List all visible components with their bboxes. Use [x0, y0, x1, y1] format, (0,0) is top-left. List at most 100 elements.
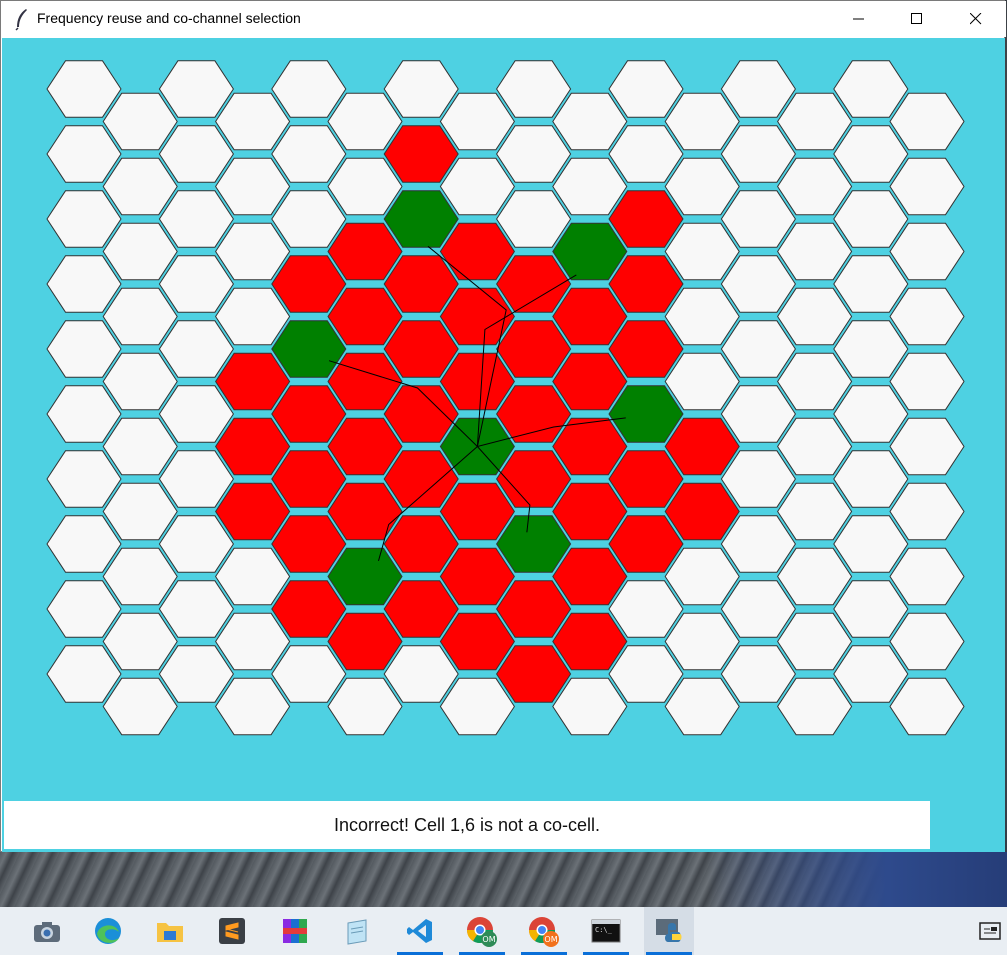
hex-cell-interference[interactable] [608, 255, 684, 313]
hex-cell-interference[interactable] [383, 255, 459, 313]
hex-cell[interactable] [720, 125, 796, 183]
hex-cell[interactable] [777, 157, 853, 216]
hex-cell-cochannel[interactable] [552, 222, 628, 281]
hex-cell-interference[interactable] [608, 190, 684, 248]
hex-cell-interference[interactable] [552, 547, 628, 606]
hex-cell[interactable] [215, 287, 291, 346]
hex-cell[interactable] [46, 190, 122, 248]
hex-cell[interactable] [889, 352, 965, 411]
hex-cell-interference[interactable] [327, 612, 403, 671]
hex-cell[interactable] [777, 482, 853, 541]
taskbar-camera[interactable] [22, 907, 72, 955]
taskbar-chrome-1[interactable]: OM [457, 907, 507, 955]
hex-cell[interactable] [46, 320, 122, 378]
hex-cell[interactable] [720, 385, 796, 443]
hex-cell[interactable] [889, 157, 965, 216]
hex-cell-interference[interactable] [271, 385, 347, 443]
hex-cell[interactable] [664, 92, 740, 151]
hex-cell[interactable] [889, 612, 965, 671]
hex-cell[interactable] [158, 125, 234, 183]
hex-cell[interactable] [889, 222, 965, 281]
hex-cell-interference[interactable] [327, 417, 403, 476]
hex-cell-interference[interactable] [552, 482, 628, 541]
hex-cell-interference[interactable] [439, 222, 515, 281]
hex-cell-interference[interactable] [327, 287, 403, 346]
hex-cell[interactable] [215, 677, 291, 736]
hex-cell-interference[interactable] [271, 255, 347, 313]
hex-cell[interactable] [664, 352, 740, 411]
hex-cell[interactable] [889, 417, 965, 476]
hex-cell-interference[interactable] [496, 580, 572, 638]
hex-cell[interactable] [158, 580, 234, 638]
hex-cell-interference[interactable] [608, 450, 684, 508]
hex-cell[interactable] [833, 580, 909, 638]
hex-cell[interactable] [102, 92, 178, 151]
hex-cell[interactable] [271, 125, 347, 183]
hex-cell-interference[interactable] [496, 255, 572, 313]
hex-cell-cochannel[interactable] [383, 190, 459, 248]
hex-cell[interactable] [833, 450, 909, 508]
hex-cell-interference[interactable] [271, 580, 347, 638]
hex-cell-interference[interactable] [552, 612, 628, 671]
hex-cell[interactable] [439, 677, 515, 736]
hex-cell-cochannel[interactable] [608, 385, 684, 443]
hex-cell[interactable] [102, 612, 178, 671]
hex-cell[interactable] [271, 645, 347, 703]
hex-cell-interference[interactable] [383, 580, 459, 638]
hex-cell[interactable] [496, 60, 572, 118]
hex-cell[interactable] [383, 60, 459, 118]
hex-cell[interactable] [552, 677, 628, 736]
hex-cell[interactable] [271, 60, 347, 118]
hex-cell[interactable] [158, 320, 234, 378]
hex-cell[interactable] [720, 580, 796, 638]
hex-cell[interactable] [158, 450, 234, 508]
hex-cell[interactable] [383, 645, 459, 703]
hex-cell[interactable] [889, 92, 965, 151]
taskbar-notifications[interactable] [972, 907, 1007, 955]
hex-cell-interference[interactable] [496, 645, 572, 703]
hex-cell[interactable] [46, 125, 122, 183]
hex-cell[interactable] [720, 255, 796, 313]
hex-cell[interactable] [777, 222, 853, 281]
hex-cell[interactable] [46, 60, 122, 118]
hex-cell[interactable] [158, 385, 234, 443]
hex-cell[interactable] [439, 92, 515, 151]
hex-cell[interactable] [833, 125, 909, 183]
hex-cell-interference[interactable] [271, 450, 347, 508]
hex-cell[interactable] [777, 92, 853, 151]
taskbar-file-explorer[interactable] [145, 907, 195, 955]
hex-cell[interactable] [46, 580, 122, 638]
taskbar-edge[interactable] [83, 907, 133, 955]
taskbar-python[interactable] [644, 907, 694, 955]
taskbar-chrome-2[interactable]: OM [519, 907, 569, 955]
hex-cell[interactable] [833, 255, 909, 313]
hex-cell-cochannel[interactable] [496, 515, 572, 573]
hex-cell[interactable] [664, 677, 740, 736]
hex-cell[interactable] [664, 157, 740, 216]
maximize-button[interactable] [888, 1, 946, 37]
hex-cell[interactable] [720, 60, 796, 118]
hex-cell[interactable] [102, 287, 178, 346]
hex-cell-interference[interactable] [439, 482, 515, 541]
taskbar-cmd[interactable]: C:\_ [581, 907, 631, 955]
hex-cell-interference[interactable] [608, 320, 684, 378]
close-button[interactable] [947, 1, 1005, 37]
hex-cell[interactable] [46, 385, 122, 443]
hex-cell[interactable] [158, 60, 234, 118]
hex-cell[interactable] [102, 547, 178, 606]
hex-cell-interference[interactable] [215, 352, 291, 411]
hex-cell[interactable] [777, 547, 853, 606]
hex-cell-interference[interactable] [439, 547, 515, 606]
hex-cell[interactable] [327, 92, 403, 151]
hex-cell[interactable] [833, 645, 909, 703]
hex-cell[interactable] [439, 157, 515, 216]
hex-cell-cochannel[interactable] [327, 547, 403, 606]
hex-cell[interactable] [664, 612, 740, 671]
hex-cell[interactable] [215, 612, 291, 671]
hex-cell[interactable] [102, 222, 178, 281]
hex-cell[interactable] [46, 515, 122, 573]
hex-cell-interference[interactable] [215, 417, 291, 476]
hex-cell-interference[interactable] [327, 482, 403, 541]
hex-cell[interactable] [46, 450, 122, 508]
hex-grid[interactable] [2, 38, 1005, 758]
